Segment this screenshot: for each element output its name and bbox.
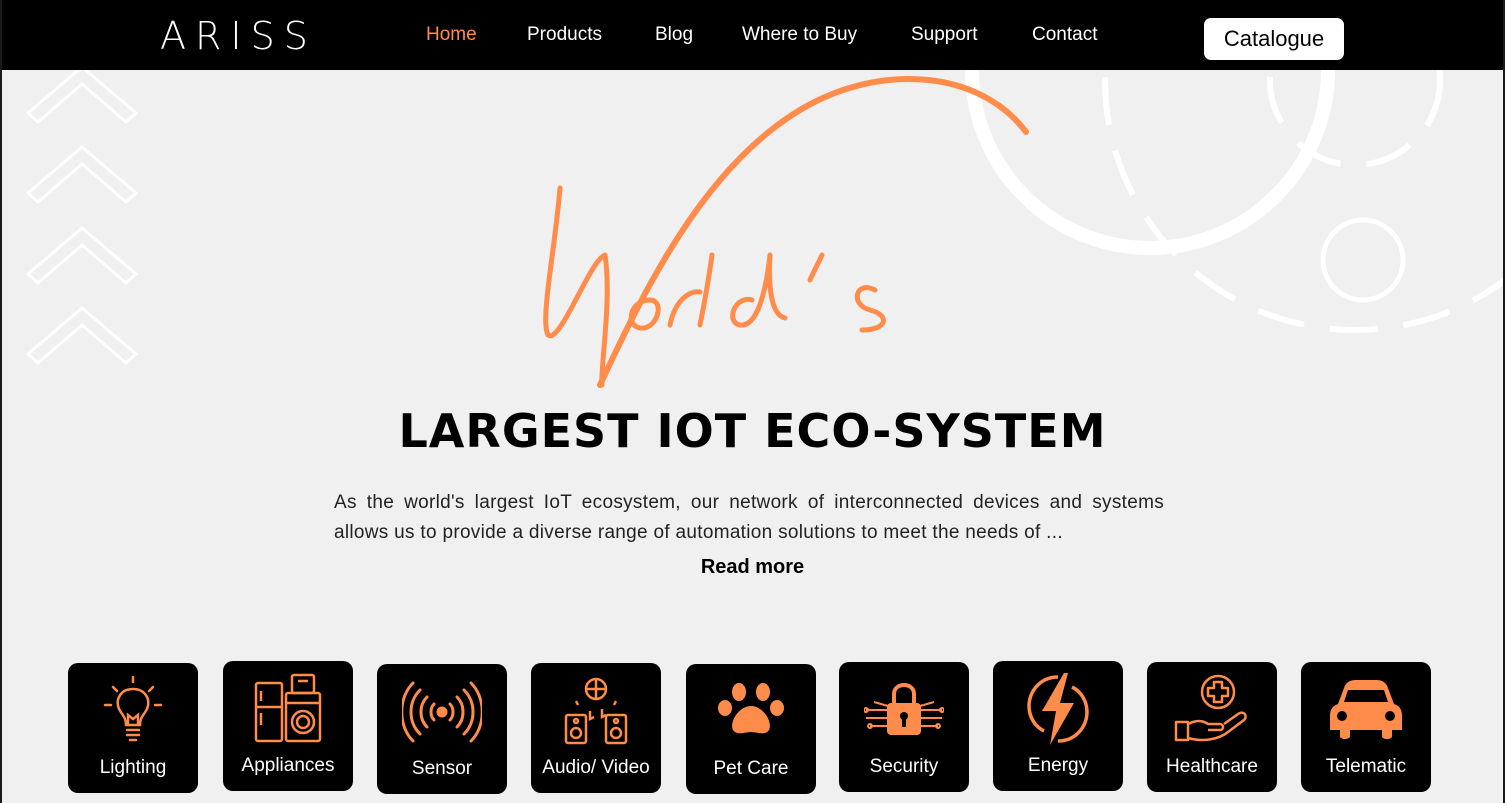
category-healthcare[interactable]: Healthcare: [1147, 662, 1277, 792]
category-label: Healthcare: [1166, 756, 1258, 777]
category-label: Lighting: [99, 757, 167, 778]
appliances-icon: [254, 673, 322, 743]
lightbulb-icon: [103, 675, 163, 742]
paw-icon: [718, 683, 784, 734]
nav-blog[interactable]: Blog: [655, 24, 693, 46]
category-label: Pet Care: [713, 758, 789, 779]
category-label: Energy: [1027, 755, 1089, 776]
category-label: Audio/ Video: [542, 757, 650, 778]
audio-video-icon: [564, 677, 628, 745]
category-security[interactable]: Security: [839, 662, 969, 792]
ariss-logo[interactable]: ARISS: [160, 14, 317, 58]
category-energy[interactable]: Energy: [993, 661, 1123, 791]
circle-pattern: [965, 70, 1505, 333]
category-label: Appliances: [241, 755, 335, 776]
category-label: Security: [869, 756, 939, 777]
nav-support[interactable]: Support: [911, 24, 978, 46]
healthcare-icon: [1174, 674, 1247, 742]
top-navigation-bar: ARISS Home Products Blog Where to Buy Su…: [0, 0, 1505, 70]
catalogue-button[interactable]: Catalogue: [1204, 18, 1344, 60]
hero-title: LARGEST IOT ECO-SYSTEM: [398, 404, 1107, 458]
hero-description: As the world's largest IoT ecosystem, ou…: [334, 492, 1164, 543]
worlds-script-art: [543, 76, 1029, 388]
category-appliances[interactable]: Appliances: [223, 661, 353, 791]
category-telematic[interactable]: Telematic: [1301, 662, 1431, 792]
chevron-pattern: [25, 70, 139, 365]
nav-contact[interactable]: Contact: [1032, 24, 1097, 46]
read-more-link[interactable]: Read more: [0, 556, 1505, 579]
nav-products[interactable]: Products: [527, 24, 602, 46]
nav-home[interactable]: Home: [426, 24, 477, 46]
category-audio-video[interactable]: Audio/ Video: [531, 663, 661, 793]
padlock-icon: [864, 683, 944, 735]
category-label: Telematic: [1325, 756, 1407, 777]
category-pet-care[interactable]: Pet Care: [686, 664, 816, 794]
category-label: Sensor: [411, 758, 473, 779]
category-sensor[interactable]: Sensor: [377, 664, 507, 794]
nav-where-to-buy[interactable]: Where to Buy: [742, 24, 857, 46]
car-icon: [1330, 680, 1402, 739]
category-lighting[interactable]: Lighting: [68, 663, 198, 793]
sensor-icon: [402, 681, 482, 743]
lightning-icon: [1027, 673, 1089, 745]
